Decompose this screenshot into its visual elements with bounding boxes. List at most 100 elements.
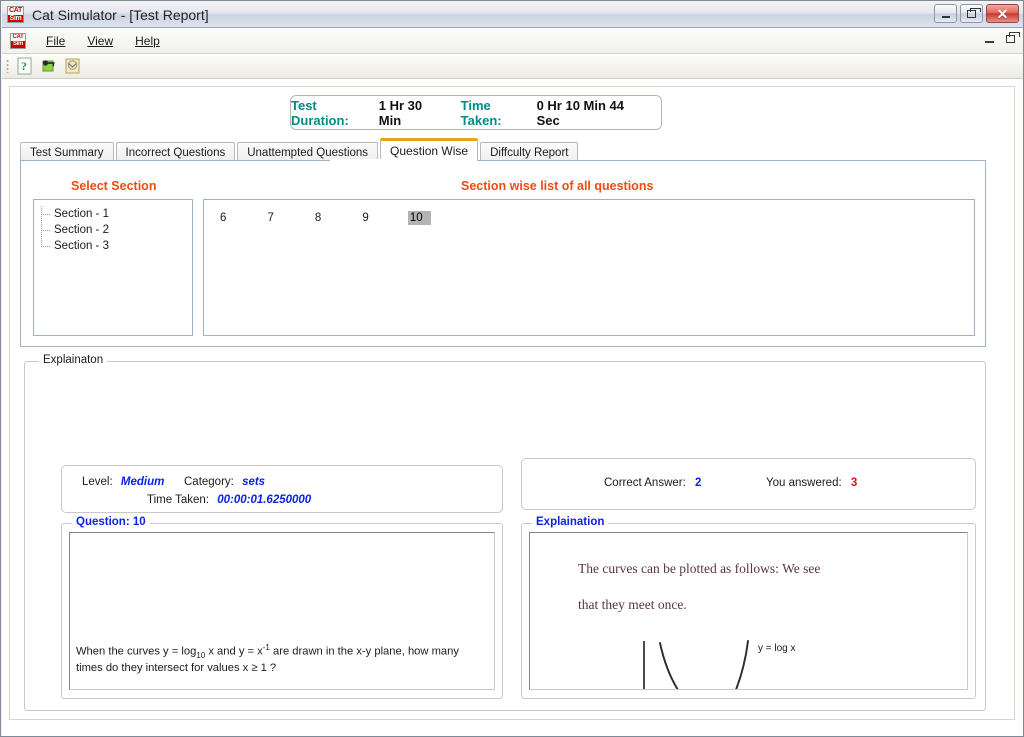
question-number-9[interactable]: 9 — [360, 211, 383, 225]
section-tree-item-1[interactable]: Section - 1 — [38, 206, 192, 222]
section-tree-item-2[interactable]: Section - 2 — [38, 222, 192, 238]
test-duration-bar: Test Duration: 1 Hr 30 Min Time Taken: 0… — [290, 95, 662, 130]
question-text-sub: 10 — [196, 650, 206, 660]
tab-test-summary-label: Test Summary — [30, 146, 104, 159]
tree-connector-icon — [38, 222, 54, 238]
question-text-box: When the curves y = log10 x and y = x-1 … — [69, 532, 495, 690]
test-duration-label: Test Duration: — [291, 97, 349, 128]
close-button[interactable]: ✕ — [986, 4, 1019, 23]
tab-unattempted-questions-label: Unattempted Questions — [247, 146, 369, 159]
section-tree-item-3-label: Section - 3 — [54, 240, 109, 252]
you-answered-value: 3 — [850, 477, 858, 489]
mdi-window-controls — [985, 32, 1020, 43]
category-row: Category: sets — [184, 476, 265, 488]
minimize-button[interactable] — [934, 4, 957, 23]
question-text: When the curves y = log10 x and y = x-1 … — [76, 641, 484, 675]
section-tree-item-2-label: Section - 2 — [54, 224, 109, 236]
svg-text:?: ? — [21, 59, 27, 73]
tab-incorrect-questions-label: Incorrect Questions — [125, 146, 226, 159]
explanation-content-box: The curves can be plotted as follows: We… — [529, 532, 968, 690]
close-icon: ✕ — [996, 5, 1009, 22]
tab-difficulty-report[interactable]: Diffculty Report — [480, 142, 579, 162]
question-number-7[interactable]: 7 — [265, 211, 288, 225]
question-number-6[interactable]: 6 — [218, 211, 241, 225]
app-logo-line1: CAT — [9, 7, 22, 14]
window-title: Cat Simulator - [Test Report] — [32, 6, 209, 23]
level-value: Medium — [120, 476, 165, 488]
section-tree[interactable]: Section - 1 Section - 2 Section - 3 — [33, 199, 193, 336]
tab-incorrect-questions[interactable]: Incorrect Questions — [115, 142, 236, 162]
report-tabs: Test Summary Incorrect Questions Unattem… — [20, 138, 1006, 162]
tab-question-wise[interactable]: Question Wise — [380, 138, 479, 161]
menu-item-view-label: View — [87, 33, 114, 48]
explanation-figure: y = log x y = 1 x — [643, 640, 796, 689]
question-groupbox: Question: 10 When the curves y = log10 x… — [61, 516, 503, 699]
explanation-line-2: that they meet once. — [578, 597, 687, 612]
question-time-taken-row: Time Taken: 00:00:01.6250000 — [147, 494, 311, 506]
question-meta-panel: Level: Medium Category: sets Time Taken:… — [61, 465, 503, 513]
question-text-mid: x and y = x — [205, 645, 263, 658]
mail-icon[interactable] — [62, 56, 84, 76]
menu-item-help[interactable]: Help — [125, 31, 170, 51]
section-tree-item-1-label: Section - 1 — [54, 208, 109, 220]
time-taken-label: Time Taken: — [460, 97, 502, 128]
tree-connector-icon — [38, 238, 54, 254]
mail-icon-svg — [65, 58, 80, 74]
tree-connector-icon — [38, 206, 54, 222]
menu-logo-line2: Sim — [11, 40, 25, 48]
test-report-window: Test Duration: 1 Hr 30 Min Time Taken: 0… — [9, 86, 1015, 720]
mdi-minimize-button[interactable] — [985, 32, 994, 43]
level-row: Level: Medium — [82, 476, 164, 488]
toolbar: ? — [2, 54, 1023, 79]
explanation-detail-groupbox: Explaination The curves can be plotted a… — [521, 516, 976, 699]
you-answered-label: You answered: — [766, 477, 842, 489]
figure-label-log: y = log x — [758, 643, 796, 654]
explanation-detail-label: Explaination — [532, 516, 609, 528]
menu-item-help-label: Help — [135, 33, 160, 48]
tab-difficulty-report-label: Diffculty Report — [490, 146, 569, 159]
question-number-8[interactable]: 8 — [313, 211, 336, 225]
minimize-icon — [941, 15, 950, 18]
menu-item-file[interactable]: File — [36, 31, 75, 51]
select-section-title: Select Section — [71, 179, 157, 193]
tab-test-summary[interactable]: Test Summary — [20, 142, 114, 162]
correct-answer-row: Correct Answer: 2 — [604, 477, 701, 489]
app-logo-icon: CAT Sim — [7, 6, 24, 23]
application-window: CAT Sim Cat Simulator - [Test Report] ✕ … — [0, 0, 1024, 737]
mdi-restore-button[interactable] — [1006, 32, 1020, 43]
help-icon-svg: ? — [17, 57, 32, 75]
question-time-taken-value: 00:00:01.6250000 — [217, 494, 312, 506]
menu-item-view[interactable]: View — [77, 31, 123, 51]
tab-question-wise-label: Question Wise — [390, 144, 469, 158]
key-icon-svg — [42, 60, 55, 72]
question-number-list: 6 7 8 9 10 — [203, 199, 975, 336]
key-icon[interactable] — [38, 56, 60, 76]
mdi-minimize-icon — [985, 41, 994, 43]
question-list-title: Section wise list of all questions — [461, 179, 654, 193]
menu-logo-line1: CAT — [12, 33, 24, 40]
explanation-groupbox-label: Explainaton — [39, 354, 108, 366]
category-value: sets — [242, 476, 266, 488]
you-answered-row: You answered: 3 — [766, 477, 857, 489]
correct-answer-label: Correct Answer: — [604, 477, 686, 489]
section-tree-item-3[interactable]: Section - 3 — [38, 238, 192, 254]
tab-panel-question-wise: Select Section Section wise list of all … — [20, 160, 986, 347]
answer-summary-panel: Correct Answer: 2 You answered: 3 — [521, 458, 976, 510]
tab-active-seam — [330, 159, 415, 162]
menu-item-file-label: File — [46, 33, 66, 48]
help-icon[interactable]: ? — [14, 56, 36, 76]
toolbar-grip[interactable] — [6, 59, 9, 73]
mdi-restore-icon — [1006, 32, 1020, 43]
window-controls: ✕ — [934, 4, 1019, 23]
question-number-10[interactable]: 10 — [407, 211, 431, 225]
maximize-button[interactable] — [960, 4, 983, 23]
correct-answer-value: 2 — [695, 477, 702, 489]
mdi-client-area: Test Duration: 1 Hr 30 Min Time Taken: 0… — [2, 79, 1023, 736]
menu-bar: CAT Sim File View Help — [2, 28, 1023, 54]
question-text-prefix: When the curves y = log — [76, 645, 197, 658]
time-taken-value: 0 Hr 10 Min 44 Sec — [536, 97, 624, 128]
explanation-groupbox: Explainaton Level: Medium Category: sets… — [24, 354, 986, 711]
question-text-sup: -1 — [262, 643, 270, 652]
category-label: Category: — [184, 476, 234, 488]
level-label: Level: — [82, 476, 113, 488]
